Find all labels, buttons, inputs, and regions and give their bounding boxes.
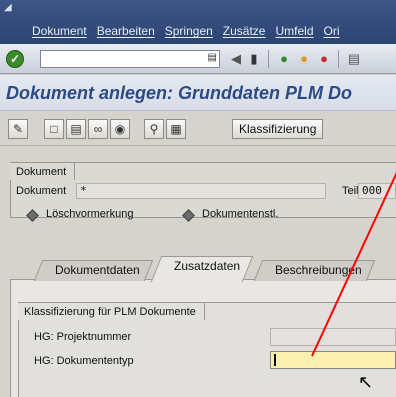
tab-beschreibungen[interactable]: Beschreibungen	[253, 260, 375, 281]
command-dropdown-icon[interactable]: ▤	[208, 52, 217, 63]
menu-dokument[interactable]: Dokument	[32, 24, 87, 38]
tab-dokumentdaten[interactable]: Dokumentdaten	[33, 260, 153, 281]
projektnummer-label: HG: Projektnummer	[34, 331, 132, 343]
save-icon[interactable]: ▮	[246, 51, 262, 67]
menu-umfeld[interactable]: Umfeld	[275, 24, 313, 38]
application-toolbar: ✎ □ ▤ ∞ ◉ ⚲ ▦ Klassifizierung	[0, 112, 396, 146]
classify-button[interactable]: Klassifizierung	[232, 119, 324, 139]
binoculars-icon[interactable]: ◉	[110, 119, 130, 139]
loeschvormerkung-label[interactable]: Löschvormerkung	[46, 208, 133, 220]
menu-springen[interactable]: Springen	[165, 24, 213, 38]
tab-zusatzdaten-label: Zusatzdaten	[174, 259, 241, 273]
mouse-pointer-icon: ↖	[358, 372, 374, 392]
tab-zusatzdaten[interactable]: Zusatzdaten	[150, 256, 254, 282]
menu-ori[interactable]: Ori	[324, 24, 340, 38]
print-icon[interactable]: ▤	[346, 51, 362, 67]
link-icon[interactable]: ∞	[88, 119, 108, 139]
title-bar: Dokument anlegen: Grunddaten PLM Do	[0, 75, 396, 111]
tab-beschreibungen-label: Beschreibungen	[275, 263, 362, 277]
red-cancel-icon[interactable]: ●	[316, 51, 332, 67]
system-menu-icon[interactable]: ◢	[4, 2, 16, 14]
back-arrow-icon[interactable]: ◀	[228, 51, 244, 67]
dokumententyp-label: HG: Dokumententyp	[34, 355, 134, 367]
yellow-nav-icon[interactable]: ●	[296, 51, 312, 67]
dokumententyp-field[interactable]	[270, 351, 396, 369]
copy-icon[interactable]: ▤	[66, 119, 86, 139]
new-document-icon[interactable]: □	[44, 119, 64, 139]
text-caret	[274, 354, 276, 366]
green-nav-icon[interactable]: ●	[276, 51, 292, 67]
tab-dokumentdaten-label: Dokumentdaten	[55, 263, 140, 277]
menu-items: Dokument Bearbeiten Springen Zusätze Umf…	[32, 24, 350, 38]
menu-zusaetze[interactable]: Zusätze	[223, 24, 266, 38]
doc-label: Dokument	[16, 185, 67, 197]
magnifier-icon[interactable]: ⚲	[144, 119, 164, 139]
sap-window: ◢ Dokument Bearbeiten Springen Zusätze U…	[0, 0, 396, 397]
projektnummer-field[interactable]	[270, 328, 396, 346]
toolbar-separator	[338, 50, 339, 68]
ok-icon[interactable]: ✓	[6, 50, 24, 68]
hierarchy-icon[interactable]: ▦	[166, 119, 186, 139]
dokumentenstl-label[interactable]: Dokumentenstl.	[202, 208, 278, 220]
tab-strip: Dokumentdaten Beschreibungen Zusatzdaten	[10, 254, 396, 282]
edit-pencil-icon[interactable]: ✎	[8, 119, 28, 139]
page-title: Dokument anlegen: Grunddaten PLM Do	[6, 83, 353, 103]
teil-label: Teil	[342, 185, 359, 197]
doc-number-field[interactable]: *	[76, 183, 326, 199]
menu-bar: ◢ Dokument Bearbeiten Springen Zusätze U…	[0, 0, 396, 44]
menu-bearbeiten[interactable]: Bearbeiten	[97, 24, 155, 38]
teil-field[interactable]: 000	[358, 183, 396, 199]
standard-toolbar: ✓ ▤ ◀ ▮ ● ● ● ▤	[0, 44, 396, 74]
command-field[interactable]: ▤	[40, 50, 220, 68]
document-group-label: Dokument	[10, 162, 76, 180]
classification-group-label: Klassifizierung für PLM Dokumente	[18, 302, 205, 320]
toolbar-separator	[268, 50, 269, 68]
